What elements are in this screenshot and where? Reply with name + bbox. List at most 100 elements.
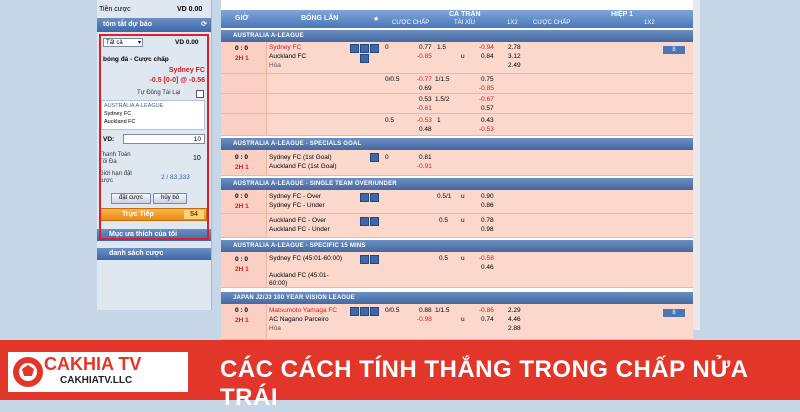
chart-icon[interactable] xyxy=(370,44,379,53)
handicap-header: CƯỢC CHẤP xyxy=(392,20,430,26)
under-odds[interactable]: 0.98 xyxy=(481,226,494,233)
league-header[interactable]: JAPAN J2/J3 100 YEAR VISION LEAGUE xyxy=(221,292,693,304)
more-bets-button[interactable]: 8 xyxy=(663,309,685,317)
league-header[interactable]: AUSTRALIA A-LEAGUE - SPECIALS GOAL xyxy=(221,138,693,150)
1x2-home[interactable]: 2.29 xyxy=(508,307,521,314)
summary-title: tóm tắt dự báo xyxy=(103,21,153,28)
away-odds[interactable]: 0.48 xyxy=(419,126,432,133)
favorite-icon[interactable] xyxy=(370,153,379,162)
match-score: 0 : 0 xyxy=(235,193,249,200)
home-odds[interactable]: 0.53 xyxy=(419,96,432,103)
away-odds[interactable]: -0.98 xyxy=(417,316,432,323)
half-header: HIỆP 1 xyxy=(611,11,634,18)
over-odds[interactable]: -0.67 xyxy=(479,96,494,103)
home-team: Auckland FC - Over xyxy=(269,217,327,224)
stats-icon[interactable] xyxy=(350,44,359,53)
under-odds[interactable]: 0.57 xyxy=(481,105,494,112)
match-score: 0 : 0 xyxy=(235,154,249,161)
chart-icon[interactable] xyxy=(370,307,379,316)
away-team: AC Nagano Parceiro xyxy=(269,316,329,323)
stats-icon[interactable] xyxy=(360,255,369,264)
favorite-icon[interactable] xyxy=(370,255,379,264)
under-label: u xyxy=(461,255,465,262)
stake-row: Tiền cược VD 0.00 xyxy=(99,6,213,13)
table-header: GIỜ BÓNG LĂN ★ CẢ TRẬN CƯỢC CHẤP TÀI XỈU… xyxy=(221,10,693,28)
under-odds[interactable]: 0.84 xyxy=(481,53,494,60)
1x2-draw[interactable]: 2.49 xyxy=(508,62,521,69)
draw-label: Hòa xyxy=(269,325,281,332)
draw-label: Hòa xyxy=(269,62,281,69)
1x2-draw[interactable]: 2.88 xyxy=(508,325,521,332)
full-time-header: CẢ TRẬN xyxy=(449,11,481,18)
over-odds[interactable]: 0.90 xyxy=(481,193,494,200)
away-odds[interactable]: -0.85 xyxy=(417,53,432,60)
handicap-h1-header: CƯỢC CHẤP xyxy=(533,20,571,26)
refresh-icon[interactable]: ⟳ xyxy=(201,18,207,32)
away-odds[interactable]: -0.61 xyxy=(417,105,432,112)
1x2-home[interactable]: 2.78 xyxy=(508,44,521,51)
summary-header[interactable]: tóm tắt dự báo ⟳ xyxy=(97,18,211,32)
table-row: 0 : 0 2H 1 Sydney FC Auckland FC Hòa 0 0… xyxy=(221,42,693,74)
1x2-away[interactable]: 4.46 xyxy=(508,316,521,323)
league-header[interactable]: AUSTRALIA A-LEAGUE - SINGLE TEAM OVER/UN… xyxy=(221,178,693,190)
handicap-line: 0/0.5 xyxy=(385,76,400,83)
home-odds[interactable]: 0.77 xyxy=(419,44,432,51)
away-team: Auckland FC (1st Goal) xyxy=(269,163,337,170)
brand-name: CAKHIA TV xyxy=(44,354,142,374)
stats-icon[interactable] xyxy=(360,217,369,226)
away-team: Auckland FC xyxy=(269,53,307,60)
stake-value: VD 0.00 xyxy=(177,6,203,13)
league-name: AUSTRALIA A-LEAGUE - SPECIALS GOAL xyxy=(233,141,362,147)
scrollbar[interactable] xyxy=(693,0,700,330)
under-odds[interactable]: 0.46 xyxy=(481,264,494,271)
handicap-line: 0.5 xyxy=(385,117,395,124)
home-odds[interactable]: 0.88 xyxy=(419,307,432,314)
odds-table: GIỜ BÓNG LĂN ★ CẢ TRẬN CƯỢC CHẤP TÀI XỈU… xyxy=(221,0,693,340)
league-name: AUSTRALIA A-LEAGUE - SINGLE TEAM OVER/UN… xyxy=(233,181,397,187)
under-label: u xyxy=(461,193,465,200)
under-label: u xyxy=(461,217,465,224)
under-odds[interactable]: -0.85 xyxy=(479,85,494,92)
home-odds[interactable]: -0.77 xyxy=(417,76,432,83)
away-odds[interactable]: -0.91 xyxy=(417,163,432,170)
under-odds[interactable]: -0.53 xyxy=(479,126,494,133)
favorite-icon[interactable] xyxy=(370,217,379,226)
more-bets-button[interactable]: 8 xyxy=(663,46,685,54)
1x2-h1-header: 1X2 xyxy=(644,20,655,26)
under-label: u xyxy=(461,316,465,323)
league-header[interactable]: AUSTRALIA A-LEAGUE xyxy=(221,30,693,42)
favorite-icon[interactable] xyxy=(360,54,369,63)
stats-icon[interactable] xyxy=(360,193,369,202)
under-odds[interactable]: 0.74 xyxy=(481,316,494,323)
over-odds[interactable]: -0.94 xyxy=(479,44,494,51)
brand-site: CAKHIATV.LLC xyxy=(60,375,133,386)
table-row: 0.5 -0.53 0.48 1 0.43 -0.53 xyxy=(221,114,693,136)
league-header[interactable]: AUSTRALIA A-LEAGUE - SPECIFIC 15 MINS xyxy=(221,240,693,252)
1x2-away[interactable]: 3.12 xyxy=(508,53,521,60)
under-odds[interactable]: 0.86 xyxy=(481,202,494,209)
favorite-icon[interactable] xyxy=(370,193,379,202)
ou-line: 0.5 xyxy=(439,217,449,224)
home-odds[interactable]: -0.53 xyxy=(417,117,432,124)
star-icon[interactable]: ★ xyxy=(373,15,379,23)
table-row: 0 : 0 2H 1 Sydney FC (45:01-60:00) Auckl… xyxy=(221,252,693,288)
over-odds[interactable]: 0.43 xyxy=(481,117,494,124)
banner-title: CÁC CÁCH TÍNH THẮNG TRONG CHẤP NỬA TRÁI xyxy=(220,356,748,411)
handicap-line: 0/0.5 xyxy=(385,307,400,314)
home-odds[interactable]: 0.81 xyxy=(419,154,432,161)
over-odds[interactable]: -0.58 xyxy=(479,255,494,262)
over-odds[interactable]: -0.86 xyxy=(479,307,494,314)
tv-icon[interactable] xyxy=(360,307,369,316)
home-team: Sydney FC - Over xyxy=(269,193,322,200)
ou-line: 1.5/2 xyxy=(435,96,450,103)
ou-line: 0.5 xyxy=(439,255,449,262)
over-odds[interactable]: 0.75 xyxy=(481,76,494,83)
match-period: 2H 1 xyxy=(235,164,249,171)
stats-icon[interactable] xyxy=(350,307,359,316)
tv-icon[interactable] xyxy=(360,44,369,53)
away-team: Sydney FC - Under xyxy=(269,202,325,209)
home-team: Sydney FC xyxy=(269,44,302,51)
over-odds[interactable]: 0.78 xyxy=(481,217,494,224)
away-odds[interactable]: 0.69 xyxy=(419,85,432,92)
bet-list-header[interactable]: danh sách cược xyxy=(97,248,211,260)
